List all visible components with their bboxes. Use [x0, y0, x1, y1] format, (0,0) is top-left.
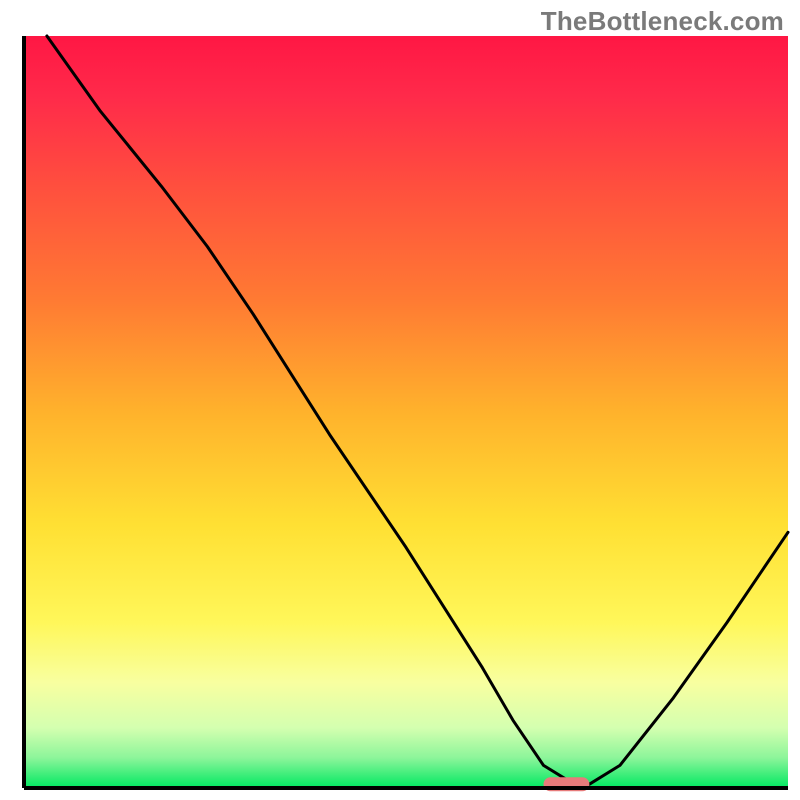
plot-background-gradient — [24, 36, 788, 788]
chart-svg — [0, 0, 800, 800]
watermark-text: TheBottleneck.com — [541, 6, 784, 37]
bottleneck-chart: TheBottleneck.com — [0, 0, 800, 800]
